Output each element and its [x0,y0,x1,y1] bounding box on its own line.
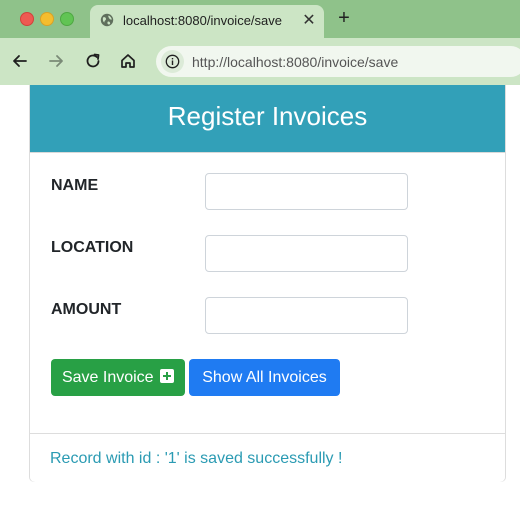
home-icon [121,54,135,68]
reload-icon [86,53,100,68]
address-bar[interactable]: http://localhost:8080/invoice/save [156,46,520,77]
arrow-right-icon [49,55,63,67]
forward-button[interactable] [45,50,67,72]
arrow-left-icon [13,55,27,67]
location-input[interactable] [205,235,408,272]
name-label: NAME [51,177,99,194]
save-invoice-label: Save Invoice [61,369,154,386]
home-button[interactable] [117,50,139,72]
invoice-form-card: Register Invoices NAME LOCATION AMOUNT S… [29,85,506,482]
show-all-invoices-button[interactable]: Show All Invoices [189,359,340,396]
card-header: Register Invoices [30,85,505,153]
status-message: Record with id : '1' is saved successful… [50,450,343,467]
amount-input[interactable] [205,297,408,334]
url-path: :8080/invoice/save [282,54,399,70]
url-text: http://localhost:8080/invoice/save [192,52,398,72]
close-window-button[interactable] [20,12,34,26]
tab-title: localhost:8080/invoice/save [123,13,282,28]
new-tab-button[interactable]: + [334,8,354,28]
plus-square-icon [160,369,175,383]
name-input[interactable] [205,173,408,210]
title-bar: localhost:8080/invoice/save ✕ + [0,0,520,38]
browser-tab[interactable]: localhost:8080/invoice/save ✕ [90,5,324,38]
tab-close-icon[interactable]: ✕ [300,11,318,31]
back-button[interactable] [9,50,31,72]
page-title: Register Invoices [167,101,368,131]
globe-icon [100,13,114,27]
maximize-window-button[interactable] [60,12,74,26]
reload-button[interactable] [82,50,104,72]
browser-chrome: localhost:8080/invoice/save ✕ + http://l… [0,0,520,85]
url-host: http://localhost [192,54,283,70]
amount-label: AMOUNT [51,301,122,318]
location-label: LOCATION [51,239,134,256]
browser-toolbar: http://localhost:8080/invoice/save [0,38,520,85]
minimize-window-button[interactable] [40,12,54,26]
save-invoice-button[interactable]: Save Invoice [51,359,185,396]
card-footer: Record with id : '1' is saved successful… [30,433,505,482]
site-info-icon[interactable] [161,50,184,73]
